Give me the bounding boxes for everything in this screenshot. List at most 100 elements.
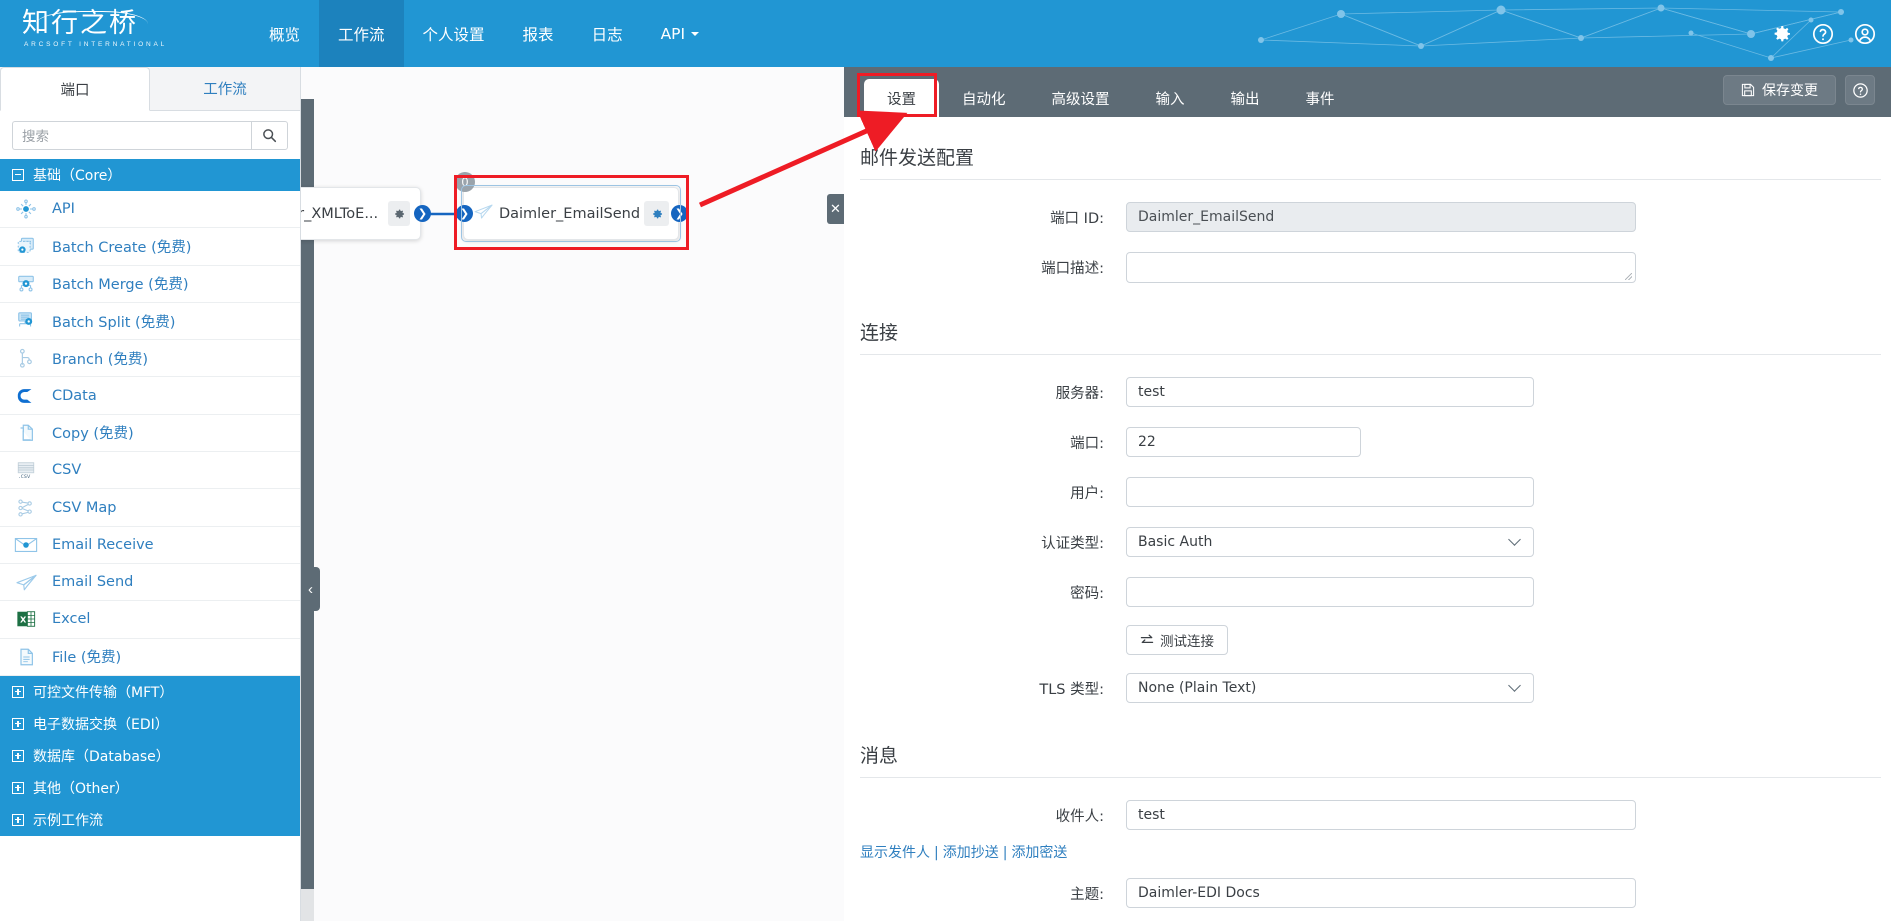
close-panel-button: ✕ [827,194,844,224]
email-receive-icon [14,534,38,556]
sidebar-item-batch-merge[interactable]: Batch Merge (免费) [0,266,300,303]
field-label-port: 端口: [844,432,1126,453]
sidebar-tab-label: 工作流 [203,78,247,99]
panel-help-button[interactable] [1845,75,1875,105]
sidebar-item-email-receive[interactable]: Email Receive [0,527,300,564]
field-label-port-description: 端口描述: [844,257,1126,278]
save-changes-button[interactable]: 保存变更 [1723,75,1836,105]
sidebar-item-excel[interactable]: X Excel [0,601,300,638]
tab-automation[interactable]: 自动化 [939,79,1029,117]
workflow-node-emailsend[interactable]: Daimler_EmailSend [463,187,679,240]
auth-type-select[interactable]: Basic Auth [1126,527,1534,557]
add-bcc-link[interactable]: 添加密送 [1011,845,1067,861]
node-settings-gear-icon[interactable] [388,201,410,226]
sidebar-group-sample-workflows[interactable]: 示例工作流 [0,804,300,836]
menu-item-api[interactable]: API [642,0,719,67]
chevron-down-icon [1508,533,1521,546]
sidebar-group-database[interactable]: 数据库（Database） [0,740,300,772]
field-row-recipient: 收件人: test [844,790,1891,840]
sidebar-item-batch-split[interactable]: Batch Split (免费) [0,303,300,340]
message-links-row: 显示发件人|添加抄送|添加密送 [844,840,1891,868]
menu-item-label: 个人设置 [423,23,485,45]
node-input-port[interactable]: ❯ [456,205,473,222]
user-account-icon[interactable] [1853,22,1877,46]
top-navigation-bar: 知行之桥 ARCSOFT INTERNATIONAL 概览 工作流 个人设置 报… [0,0,1891,67]
sidebar-item-email-send[interactable]: Email Send [0,564,300,601]
tab-settings[interactable]: 设置 [864,79,939,117]
menu-item-logs[interactable]: 日志 [573,0,642,67]
sidebar-group-label: 其他（Other） [33,778,129,798]
search-input[interactable]: 搜索 [12,121,251,150]
sidebar-item-api[interactable]: API [0,191,300,228]
sidebar-item-csv[interactable]: .csv CSV [0,452,300,489]
menu-item-label: 工作流 [338,23,385,45]
password-input[interactable] [1126,577,1534,607]
sidebar-group-core[interactable]: 基础（Core） [0,159,300,191]
port-description-textarea[interactable] [1126,252,1636,283]
sidebar-item-label: Batch Merge (免费) [52,273,188,294]
menu-item-personal-settings[interactable]: 个人设置 [404,0,504,67]
menu-item-reports[interactable]: 报表 [504,0,573,67]
config-actions: 保存变更 [1723,75,1875,105]
menu-item-overview[interactable]: 概览 [250,0,319,67]
csv-map-icon [14,497,38,519]
tab-advanced-settings[interactable]: 高级设置 [1029,79,1133,117]
minus-square-icon [12,169,24,181]
tab-output[interactable]: 输出 [1208,79,1283,117]
main-menu: 概览 工作流 个人设置 报表 日志 API [250,0,718,67]
sidebar-tab-workflows[interactable]: 工作流 [150,67,300,110]
field-label-recipient: 收件人: [844,805,1126,826]
sidebar-item-label: CData [52,388,97,404]
plus-square-icon [12,750,24,762]
sidebar-item-label: API [52,201,75,217]
section-divider [860,354,1881,355]
test-connection-button[interactable]: 测试连接 [1126,625,1228,655]
sidebar-collapse-handle[interactable]: ‹ [301,567,320,611]
link-separator: | [999,845,1012,861]
sidebar-tabstrip: 端口 工作流 [0,67,300,111]
config-form-body: 邮件发送配置 端口 ID: Daimler_EmailSend 端口描述: 连接… [844,117,1891,921]
tab-label: 高级设置 [1052,88,1110,109]
server-input[interactable]: test [1126,377,1534,407]
show-sender-link[interactable]: 显示发件人 [860,845,930,861]
app-logo[interactable]: 知行之桥 ARCSOFT INTERNATIONAL [22,8,162,60]
sidebar-item-batch-create[interactable]: Batch Create (免费) [0,228,300,265]
workflow-canvas[interactable]: ‹ Daimler_XMLToE... ❯ Daimler_EmailSend [301,67,844,921]
field-label-port-id: 端口 ID: [844,207,1126,228]
port-input[interactable]: 22 [1126,427,1361,457]
gear-icon[interactable] [1769,22,1793,46]
tab-input[interactable]: 输入 [1133,79,1208,117]
sidebar-item-branch[interactable]: Branch (免费) [0,340,300,377]
menu-item-workflow[interactable]: 工作流 [319,0,404,67]
chevron-down-icon [1508,679,1521,692]
recipient-input[interactable]: test [1126,800,1636,830]
tab-label: 自动化 [962,88,1006,109]
subject-input[interactable]: Daimler-EDI Docs [1126,878,1636,908]
node-settings-gear-icon[interactable] [644,201,669,226]
tab-label: 设置 [887,88,916,109]
menu-item-label: 报表 [523,23,554,45]
sidebar-item-csv-map[interactable]: CSV Map [0,489,300,526]
section-title-email-send-config: 邮件发送配置 [844,143,1891,179]
floppy-disk-icon [1741,83,1755,97]
sidebar-group-other[interactable]: 其他（Other） [0,772,300,804]
plus-square-icon [12,782,24,794]
search-button[interactable] [251,121,288,150]
sidebar-group-edi[interactable]: 电子数据交换（EDI） [0,708,300,740]
swap-arrows-icon [1140,634,1154,646]
sidebar-group-label: 数据库（Database） [33,746,170,766]
tab-label: 输入 [1156,88,1185,109]
sidebar-item-copy[interactable]: Copy (免费) [0,415,300,452]
user-input[interactable] [1126,477,1534,507]
workflow-node-xmltoedi[interactable]: Daimler_XMLToE... [301,187,421,240]
sidebar-tab-ports[interactable]: 端口 [0,67,150,111]
sidebar-item-file[interactable]: File (免费) [0,639,300,676]
field-label-tls-type: TLS 类型: [844,678,1126,699]
sidebar-group-mft[interactable]: 可控文件传输（MFT） [0,676,300,708]
add-cc-link[interactable]: 添加抄送 [943,845,999,861]
sidebar-item-cdata[interactable]: CData [0,377,300,414]
node-output-port[interactable]: ❯ [671,205,688,222]
tab-events[interactable]: 事件 [1283,79,1358,117]
tls-type-select[interactable]: None (Plain Text) [1126,673,1534,703]
help-circle-icon[interactable] [1811,22,1835,46]
